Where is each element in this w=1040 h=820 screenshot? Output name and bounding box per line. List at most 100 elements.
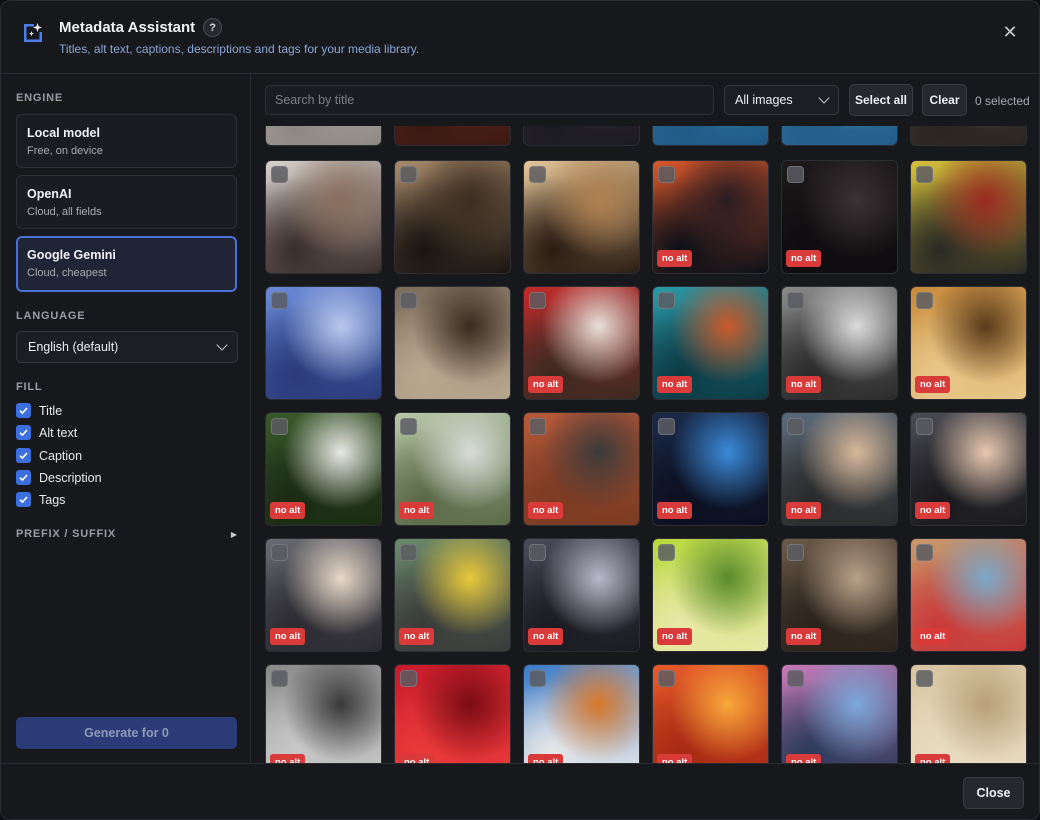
- tile-checkbox[interactable]: [529, 166, 546, 183]
- tile-checkbox[interactable]: [400, 418, 417, 435]
- media-tile[interactable]: [394, 126, 511, 146]
- tile-checkbox[interactable]: [916, 544, 933, 561]
- tile-checkbox[interactable]: [271, 544, 288, 561]
- prefix-suffix-toggle[interactable]: PREFIX / SUFFIX ▶: [16, 528, 237, 540]
- language-select[interactable]: English (default): [16, 331, 238, 363]
- tile-checkbox[interactable]: [400, 166, 417, 183]
- tile-checkbox[interactable]: [529, 292, 546, 309]
- checkbox-checked-icon[interactable]: [16, 470, 31, 485]
- media-tile[interactable]: [781, 126, 898, 146]
- tile-checkbox[interactable]: [658, 292, 675, 309]
- tile-checkbox[interactable]: [658, 670, 675, 687]
- clear-button[interactable]: Clear: [922, 84, 967, 116]
- media-tile[interactable]: [265, 126, 382, 146]
- media-tile[interactable]: no alt: [781, 412, 898, 526]
- media-tile[interactable]: no alt: [910, 412, 1027, 526]
- tile-checkbox[interactable]: [916, 418, 933, 435]
- media-tile[interactable]: [910, 126, 1027, 146]
- tile-checkbox[interactable]: [658, 418, 675, 435]
- media-tile[interactable]: no alt: [394, 664, 511, 763]
- tile-checkbox[interactable]: [400, 292, 417, 309]
- media-tile[interactable]: no alt: [523, 286, 640, 400]
- tile-checkbox[interactable]: [400, 670, 417, 687]
- help-icon[interactable]: ?: [203, 18, 223, 37]
- checkbox-checked-icon[interactable]: [16, 403, 31, 418]
- selected-count: 0 selected: [975, 94, 1030, 108]
- tile-checkbox[interactable]: [787, 544, 804, 561]
- tile-checkbox[interactable]: [400, 544, 417, 561]
- close-button[interactable]: Close: [963, 777, 1024, 809]
- tile-checkbox[interactable]: [529, 670, 546, 687]
- media-tile[interactable]: no alt: [394, 412, 511, 526]
- chevron-down-icon: [216, 339, 228, 351]
- tile-checkbox[interactable]: [787, 418, 804, 435]
- media-tile[interactable]: [394, 160, 511, 274]
- tile-checkbox[interactable]: [529, 418, 546, 435]
- media-tile[interactable]: no alt: [523, 538, 640, 652]
- media-tile[interactable]: no alt: [265, 412, 382, 526]
- language-section-label: LANGUAGE: [16, 310, 86, 322]
- media-tile[interactable]: no alt: [781, 286, 898, 400]
- fill-option-label: Tags: [39, 492, 66, 507]
- media-tile[interactable]: no alt: [652, 286, 769, 400]
- tile-checkbox[interactable]: [787, 166, 804, 183]
- media-tile[interactable]: [265, 160, 382, 274]
- tile-checkbox[interactable]: [271, 418, 288, 435]
- media-tile[interactable]: [523, 126, 640, 146]
- media-tile[interactable]: [910, 160, 1027, 274]
- tile-checkbox[interactable]: [658, 166, 675, 183]
- media-tile[interactable]: no alt: [781, 664, 898, 763]
- no-alt-badge: no alt: [786, 754, 822, 763]
- tile-checkbox[interactable]: [271, 670, 288, 687]
- tile-checkbox[interactable]: [271, 166, 288, 183]
- media-tile[interactable]: no alt: [652, 412, 769, 526]
- engine-option-local[interactable]: Local model Free, on device: [16, 114, 237, 168]
- tile-checkbox[interactable]: [787, 670, 804, 687]
- fill-option-alt-text[interactable]: Alt text: [16, 425, 77, 440]
- engine-option-gemini[interactable]: Google Gemini Cloud, cheapest: [16, 236, 237, 292]
- media-tile[interactable]: no alt: [394, 538, 511, 652]
- market-crowd-image: [395, 126, 510, 145]
- tile-checkbox[interactable]: [916, 292, 933, 309]
- generate-button[interactable]: Generate for 0: [16, 717, 237, 749]
- select-all-button[interactable]: Select all: [849, 84, 913, 116]
- no-alt-badge: no alt: [915, 628, 951, 645]
- fill-option-description[interactable]: Description: [16, 470, 102, 485]
- media-tile[interactable]: no alt: [910, 664, 1027, 763]
- fill-option-tags[interactable]: Tags: [16, 492, 65, 507]
- media-tile[interactable]: no alt: [781, 160, 898, 274]
- media-tile[interactable]: no alt: [265, 664, 382, 763]
- media-tile[interactable]: no alt: [910, 286, 1027, 400]
- media-tile[interactable]: no alt: [523, 664, 640, 763]
- tile-checkbox[interactable]: [271, 292, 288, 309]
- prefix-suffix-label: PREFIX / SUFFIX: [16, 528, 117, 540]
- tile-checkbox[interactable]: [916, 166, 933, 183]
- close-icon[interactable]: ✕: [1001, 23, 1019, 41]
- media-tile[interactable]: no alt: [652, 538, 769, 652]
- tile-checkbox[interactable]: [529, 544, 546, 561]
- media-tile[interactable]: no alt: [523, 412, 640, 526]
- fill-option-caption[interactable]: Caption: [16, 448, 82, 463]
- no-alt-badge: no alt: [528, 376, 564, 393]
- checkbox-checked-icon[interactable]: [16, 448, 31, 463]
- media-tile[interactable]: [265, 286, 382, 400]
- checkbox-checked-icon[interactable]: [16, 425, 31, 440]
- image-filter-select[interactable]: All images: [724, 85, 839, 115]
- checkbox-checked-icon[interactable]: [16, 492, 31, 507]
- media-tile[interactable]: [523, 160, 640, 274]
- media-tile[interactable]: [652, 126, 769, 146]
- tile-checkbox[interactable]: [787, 292, 804, 309]
- media-tile[interactable]: no alt: [781, 538, 898, 652]
- engine-option-openai[interactable]: OpenAI Cloud, all fields: [16, 175, 237, 229]
- fill-option-title[interactable]: Title: [16, 403, 62, 418]
- search-input[interactable]: [265, 85, 714, 115]
- no-alt-badge: no alt: [657, 376, 693, 393]
- media-tile[interactable]: no alt: [910, 538, 1027, 652]
- media-tile[interactable]: [394, 286, 511, 400]
- tile-checkbox[interactable]: [916, 670, 933, 687]
- tile-checkbox[interactable]: [658, 544, 675, 561]
- no-alt-badge: no alt: [270, 628, 306, 645]
- media-tile[interactable]: no alt: [652, 664, 769, 763]
- media-tile[interactable]: no alt: [652, 160, 769, 274]
- media-tile[interactable]: no alt: [265, 538, 382, 652]
